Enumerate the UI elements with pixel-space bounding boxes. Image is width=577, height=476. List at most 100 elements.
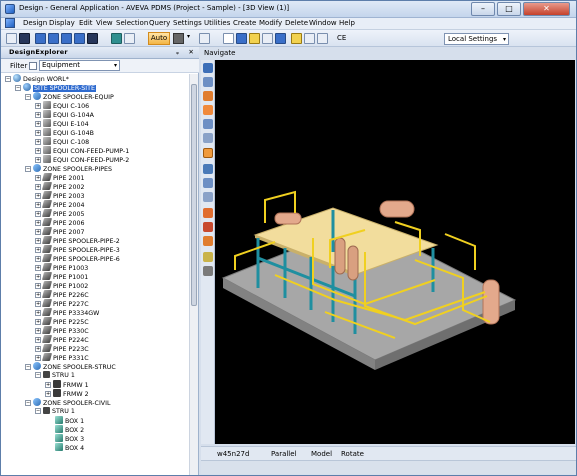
tree-item[interactable]: − STRU 1 [35, 371, 75, 380]
open-icon[interactable] [6, 33, 17, 44]
save-work-icon[interactable] [35, 33, 46, 44]
menu-create[interactable]: Create [233, 19, 256, 27]
tree-item[interactable]: + PIPE P224C [35, 335, 89, 344]
expand-icon[interactable]: + [35, 148, 41, 154]
section-icon[interactable] [203, 252, 213, 262]
pin-icon[interactable]: ᵩ [176, 47, 179, 58]
colour-swatch[interactable] [173, 33, 184, 44]
tree-item[interactable]: + PIPE P226C [35, 290, 89, 299]
tree-item[interactable]: + EQUI G-104A [35, 110, 94, 119]
collapse-icon[interactable]: − [35, 408, 41, 414]
expand-icon[interactable]: + [35, 229, 41, 235]
collapse-icon[interactable]: − [35, 372, 41, 378]
tree-item[interactable]: + EQUI C-108 [35, 137, 89, 146]
current-element-label[interactable]: CE [337, 34, 346, 42]
select-icon[interactable] [203, 63, 213, 73]
expand-icon[interactable]: + [35, 103, 41, 109]
menu-utilities[interactable]: Utilities [204, 19, 230, 27]
menu-modify[interactable]: Modify [259, 19, 282, 27]
colour-icon[interactable] [203, 208, 213, 218]
tree-item[interactable]: + PIPE P227C [35, 299, 89, 308]
expand-icon[interactable]: + [35, 157, 41, 163]
explorer-tree[interactable]: − Design WORL* − SITE SPOOLER-SITE − ZONE SPO… [1, 74, 189, 475]
axes-icon[interactable] [203, 164, 213, 174]
close-icon[interactable]: ✕ [188, 47, 194, 58]
tree-item[interactable]: − ZONE SPOOLER-EQUIP [25, 92, 114, 101]
menu-window[interactable]: Window [309, 19, 337, 27]
model-icon[interactable] [275, 33, 286, 44]
expand-icon[interactable]: + [35, 130, 41, 136]
collapse-icon[interactable]: − [15, 85, 21, 91]
tree-item[interactable]: − SITE SPOOLER-SITE [15, 83, 96, 92]
limits-icon[interactable] [203, 178, 213, 188]
get-work-icon[interactable] [48, 33, 59, 44]
tree-item[interactable]: + EQUI CON-FEED-PUMP-1 [35, 146, 129, 155]
tree-item[interactable]: + PIPE P330C [35, 326, 89, 335]
menu-design[interactable]: Design [23, 19, 47, 27]
tree-item[interactable]: + PIPE SPOOLER-PIPE-2 [35, 236, 120, 245]
walk-icon[interactable] [203, 133, 213, 143]
tree-item[interactable]: BOX 4 [45, 443, 84, 452]
scrollbar-thumb[interactable] [191, 84, 197, 306]
title-bar[interactable]: Design - General Application - AVEVA PDM… [1, 1, 576, 18]
menu-help[interactable]: Help [339, 19, 355, 27]
expand-icon[interactable]: + [45, 382, 51, 388]
undo-icon[interactable] [304, 33, 315, 44]
tree-item[interactable]: BOX 2 [45, 425, 84, 434]
menu-view[interactable]: View [96, 19, 113, 27]
tree-item[interactable]: + PIPE P1002 [35, 281, 88, 290]
expand-icon[interactable]: + [35, 175, 41, 181]
expand-icon[interactable]: + [35, 265, 41, 271]
minimize-button[interactable]: – [471, 2, 495, 16]
menu-delete[interactable]: Delete [285, 19, 308, 27]
menu-settings[interactable]: Settings [173, 19, 202, 27]
play-icon[interactable] [249, 33, 260, 44]
menu-selection[interactable]: Selection [116, 19, 148, 27]
layout-icon[interactable] [61, 33, 72, 44]
maximize-button[interactable]: □ [497, 2, 521, 16]
zoom-box-icon[interactable] [236, 33, 247, 44]
auto-colour-button[interactable]: Auto [148, 32, 170, 45]
expand-icon[interactable]: + [35, 220, 41, 226]
expand-icon[interactable]: + [35, 238, 41, 244]
tree-item[interactable]: + PIPE P3334GW [35, 308, 99, 317]
tree-item[interactable]: + PIPE 2006 [35, 218, 84, 227]
tree-item[interactable]: + FRMW 2 [45, 389, 89, 398]
collapse-icon[interactable]: − [25, 166, 31, 172]
tree-item[interactable]: + EQUI E-104 [35, 119, 89, 128]
expand-icon[interactable]: + [35, 202, 41, 208]
expand-icon[interactable]: + [35, 112, 41, 118]
lights-icon[interactable] [203, 236, 213, 246]
select-pointer-icon[interactable] [223, 33, 234, 44]
tree-item[interactable]: BOX 3 [45, 434, 84, 443]
tree-item[interactable]: + EQUI G-104B [35, 128, 94, 137]
expand-icon[interactable]: + [35, 256, 41, 262]
menu-edit[interactable]: Edit [79, 19, 93, 27]
rotate-icon[interactable] [203, 105, 213, 115]
expand-icon[interactable]: + [35, 139, 41, 145]
close-button[interactable]: ✕ [523, 2, 570, 16]
zoom-icon[interactable] [203, 77, 213, 87]
tree-item[interactable]: + PIPE P1003 [35, 263, 88, 272]
expand-icon[interactable]: + [35, 292, 41, 298]
collapse-icon[interactable]: − [25, 94, 31, 100]
walk-icon[interactable] [262, 33, 273, 44]
tree-item[interactable]: − Design WORL* [5, 74, 69, 83]
tree-item[interactable]: + PIPE P331C [35, 353, 89, 362]
expand-icon[interactable]: + [35, 274, 41, 280]
collapse-icon[interactable]: − [25, 364, 31, 370]
tree-item[interactable]: + PIPE SPOOLER-PIPE-6 [35, 254, 120, 263]
filter-checkbox[interactable] [29, 62, 37, 70]
explorer-scrollbar[interactable] [189, 74, 198, 475]
tree-item[interactable]: + EQUI C-106 [35, 101, 89, 110]
tree-item[interactable]: + EQUI CON-FEED-PUMP-2 [35, 155, 129, 164]
expand-icon[interactable]: + [45, 391, 51, 397]
explorer-icon[interactable] [111, 33, 122, 44]
tree-item[interactable]: + PIPE 2005 [35, 209, 84, 218]
settings-dropdown[interactable]: Local Settings ▾ [444, 33, 509, 45]
representation-icon[interactable] [203, 222, 213, 232]
horizontal-scrollbar[interactable] [201, 460, 576, 474]
3d-view-canvas[interactable] [215, 60, 575, 444]
expand-icon[interactable]: + [35, 310, 41, 316]
tree-item[interactable]: + PIPE P225C [35, 317, 89, 326]
